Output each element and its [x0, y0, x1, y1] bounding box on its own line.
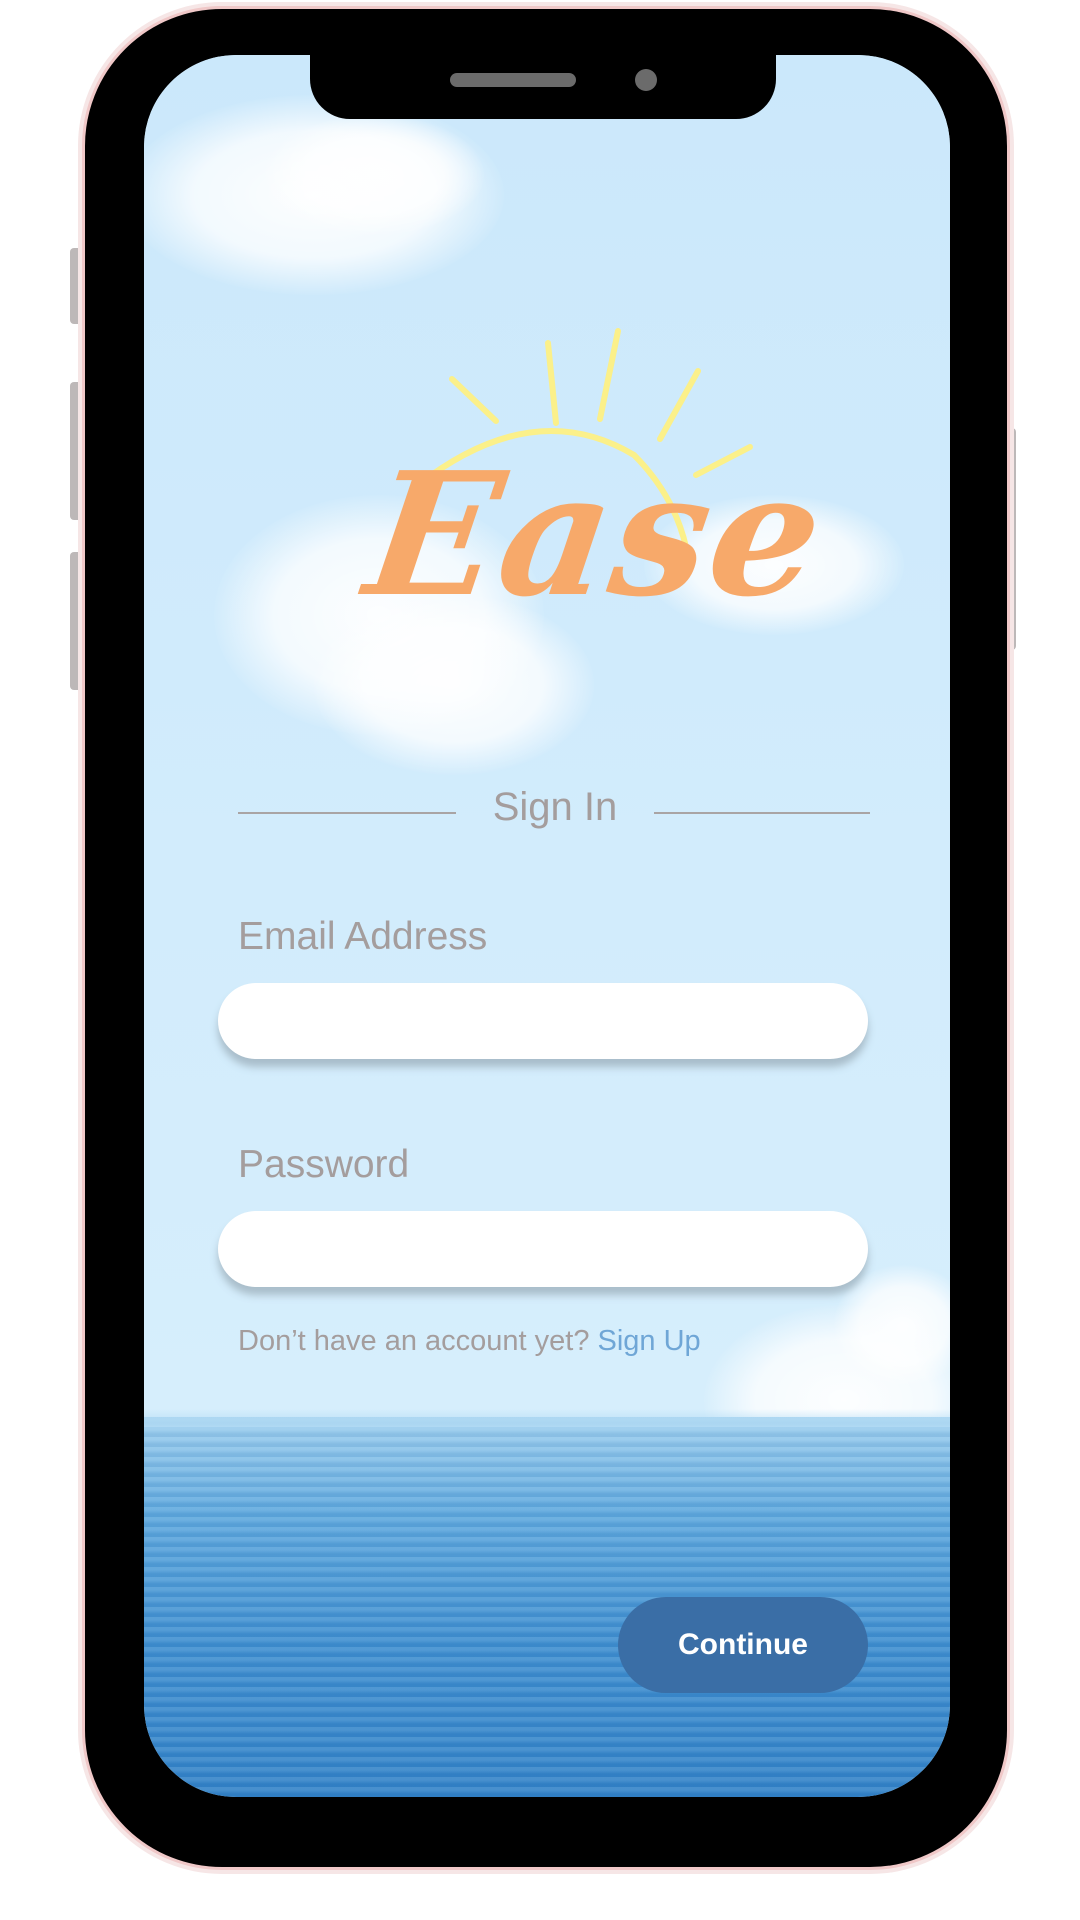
divider-left — [238, 812, 456, 814]
front-camera — [635, 69, 657, 91]
phone-screen: Ease Sign In Email Address Password Don’… — [144, 55, 950, 1797]
volume-up-button — [70, 382, 82, 520]
silent-switch — [70, 248, 82, 324]
sign-up-link[interactable]: Sign Up — [598, 1325, 701, 1357]
mockup-stage: Ease Sign In Email Address Password Don’… — [0, 0, 1080, 1920]
page-title: Sign In — [492, 785, 618, 829]
speaker-grille — [450, 73, 576, 87]
horizon — [144, 1409, 950, 1427]
phone-notch — [310, 55, 776, 119]
continue-button[interactable]: Continue — [618, 1597, 868, 1693]
volume-down-button — [70, 552, 82, 690]
cloud-top-left-2 — [264, 115, 484, 235]
divider-right — [654, 812, 870, 814]
app-logo: Ease — [355, 435, 836, 635]
no-account-text: Don’t have an account yet? — [238, 1325, 598, 1357]
email-field[interactable] — [218, 983, 868, 1059]
email-label: Email Address — [238, 915, 488, 958]
password-label: Password — [238, 1143, 410, 1186]
password-field[interactable] — [218, 1211, 868, 1287]
sign-up-prompt: Don’t have an account yet? Sign Up — [238, 1325, 701, 1358]
